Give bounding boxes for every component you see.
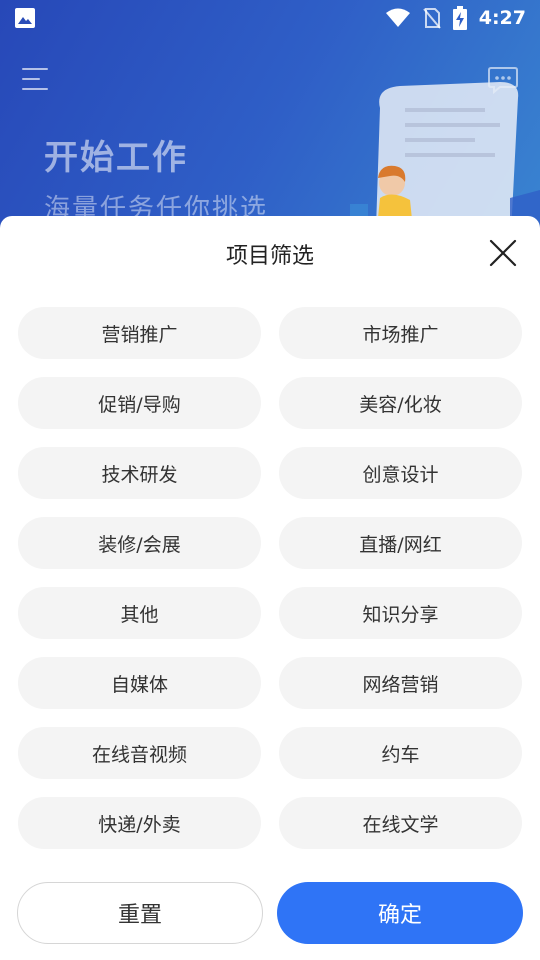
wifi-icon (385, 8, 410, 27)
status-bar: 4:27 (0, 0, 540, 36)
sheet-header: 项目筛选 (0, 216, 540, 290)
category-chip[interactable]: 约车 (279, 727, 522, 779)
sheet-title: 项目筛选 (225, 244, 314, 269)
image-icon (15, 8, 35, 28)
category-chip[interactable]: 在线文学 (279, 797, 522, 849)
category-grid: 营销推广 市场推广 促销/导购 美容/化妆 技术研发 创意设计 装修/会展 直播… (18, 307, 522, 849)
category-chip[interactable]: 营销推广 (18, 307, 261, 359)
category-chip[interactable]: 装修/会展 (18, 517, 261, 569)
project-filter-sheet: 项目筛选 营销推广 市场推广 促销/导购 美容/化妆 技术研发 创意设计 装修/… (0, 216, 540, 960)
reset-button[interactable]: 重置 (17, 882, 263, 944)
no-sim-icon (422, 8, 441, 29)
close-icon[interactable] (488, 238, 518, 268)
category-chip[interactable]: 创意设计 (279, 447, 522, 499)
status-time: 4:27 (478, 7, 526, 29)
category-chip[interactable]: 网络营销 (279, 657, 522, 709)
menu-icon[interactable] (22, 66, 50, 92)
category-chip[interactable]: 直播/网红 (279, 517, 522, 569)
category-chip[interactable]: 市场推广 (279, 307, 522, 359)
category-chip[interactable]: 自媒体 (18, 657, 261, 709)
sheet-actions: 重置 确定 (17, 882, 523, 944)
category-chip[interactable]: 美容/化妆 (279, 377, 522, 429)
category-chip[interactable]: 知识分享 (279, 587, 522, 639)
category-chip[interactable]: 其他 (18, 587, 261, 639)
banner-title: 开始工作 (44, 138, 188, 178)
category-chip[interactable]: 促销/导购 (18, 377, 261, 429)
category-chip[interactable]: 在线音视频 (18, 727, 261, 779)
category-chip[interactable]: 技术研发 (18, 447, 261, 499)
category-chip[interactable]: 快递/外卖 (18, 797, 261, 849)
battery-charging-icon (452, 6, 467, 30)
confirm-button[interactable]: 确定 (277, 882, 523, 944)
